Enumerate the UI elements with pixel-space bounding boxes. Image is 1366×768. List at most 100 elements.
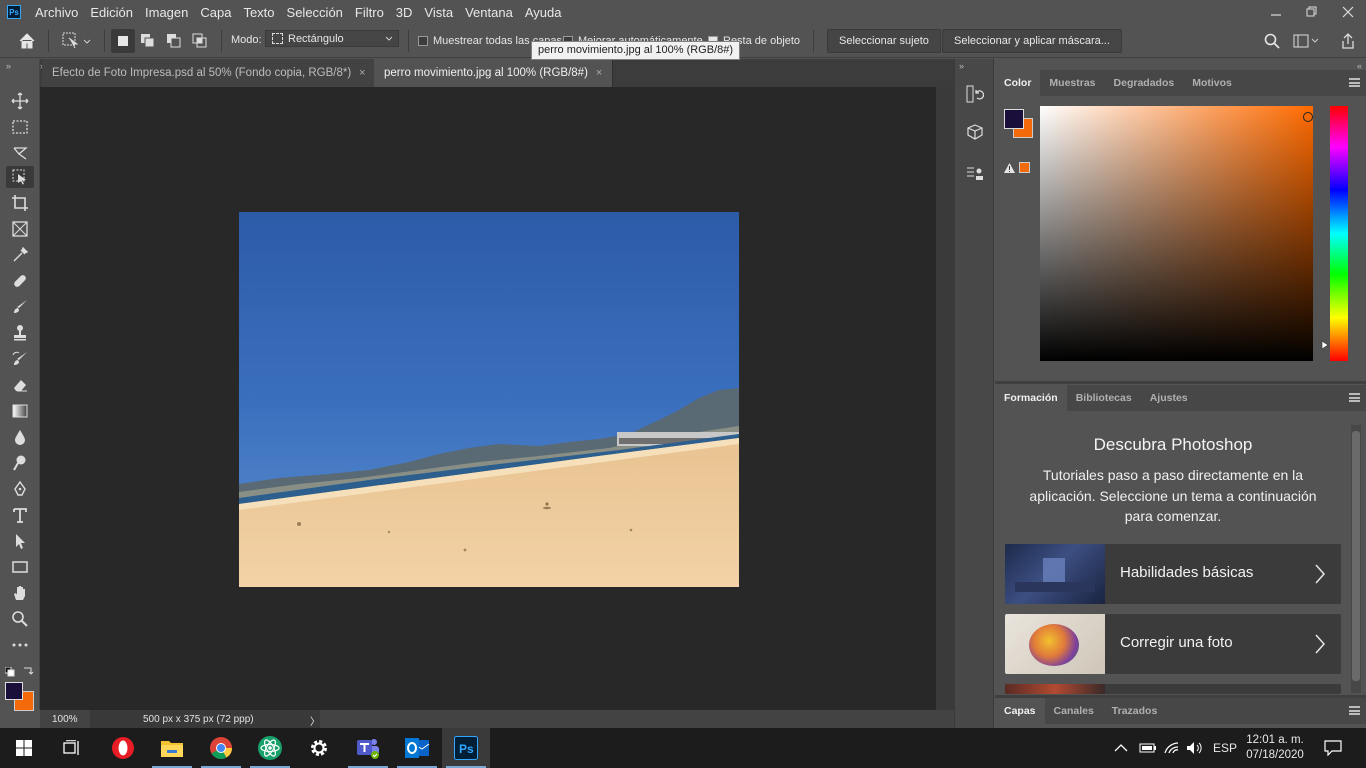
menu-ventana[interactable]: Ventana [465,5,513,20]
zoom-level[interactable]: 100% [52,714,78,725]
tab-motivos[interactable]: Motivos [1183,70,1241,96]
subtract-selection-icon[interactable] [166,33,182,52]
clone-source-panel-icon[interactable] [964,163,986,185]
more-tools-icon[interactable] [6,634,34,656]
color-picker-cursor[interactable] [1303,112,1313,122]
tab-muestras[interactable]: Muestras [1040,70,1104,96]
tab-close-icon[interactable]: × [359,67,365,79]
healing-brush-tool-icon[interactable] [6,270,34,292]
history-panel-icon[interactable] [964,83,986,105]
menu-edicion[interactable]: Edición [90,5,133,20]
opera-icon[interactable] [99,728,147,768]
chrome-icon[interactable] [197,728,245,768]
beach-photo[interactable] [239,212,739,587]
menu-vista[interactable]: Vista [424,5,453,20]
learn-card-basic-skills[interactable]: Habilidades básicas [1005,544,1341,604]
share-icon[interactable] [1340,32,1356,53]
menu-seleccion[interactable]: Selección [287,5,343,20]
hand-tool-icon[interactable] [6,582,34,604]
color-picker-field[interactable] [1040,106,1313,361]
settings-icon[interactable] [295,728,343,768]
menu-texto[interactable]: Texto [243,5,274,20]
panel-menu-icon[interactable] [1349,706,1360,715]
restore-icon[interactable] [1294,0,1330,24]
panel-foreground-swatch[interactable] [1004,109,1024,129]
minimize-icon[interactable] [1258,0,1294,24]
collapse-tools-icon[interactable]: » [6,61,11,71]
start-icon[interactable] [0,728,48,768]
learn-panel-scrollbar[interactable] [1351,425,1361,693]
select-subject-button[interactable]: Seleccionar sujeto [827,29,941,53]
tab-color[interactable]: Color [995,70,1041,96]
tab-degradados[interactable]: Degradados [1105,70,1184,96]
tab-trazados[interactable]: Trazados [1103,698,1167,724]
collapse-dock-icon[interactable]: » [959,61,964,71]
tab-perro-movimiento[interactable]: perro movimiento.jpg al 100% (RGB/8#) × [374,59,614,87]
tab-formacion[interactable]: Formación [995,385,1067,411]
tab-efecto-foto-impresa[interactable]: Efecto de Foto Impresa.psd al 50% (Fondo… [42,59,377,87]
show-hidden-icons-icon[interactable] [1114,728,1128,768]
tab-ajustes[interactable]: Ajustes [1141,385,1197,411]
menu-archivo[interactable]: Archivo [35,5,78,20]
notifications-icon[interactable] [1324,728,1342,768]
select-and-mask-button[interactable]: Seleccionar y aplicar máscara... [942,29,1122,53]
search-icon[interactable] [1264,33,1280,52]
home-icon[interactable] [18,32,36,53]
battery-icon[interactable] [1139,728,1157,768]
atom-icon[interactable] [246,728,294,768]
canvas-vertical-scrollbar[interactable] [936,87,954,710]
status-menu-arrow-icon[interactable]: 〉 [310,713,320,728]
history-brush-tool-icon[interactable] [6,348,34,370]
rectangle-tool-icon[interactable] [6,556,34,578]
marquee-tool-icon[interactable] [6,116,34,138]
add-selection-icon[interactable] [140,33,156,52]
lasso-tool-icon[interactable] [6,142,34,164]
panel-menu-icon[interactable] [1349,78,1360,87]
clone-stamp-tool-icon[interactable] [6,322,34,344]
default-colors-icon[interactable] [4,664,15,682]
new-selection-mode-button[interactable] [111,29,135,53]
tab-canales[interactable]: Canales [1045,698,1103,724]
eyedropper-tool-icon[interactable] [6,244,34,266]
gamut-color-swatch[interactable] [1019,162,1030,173]
hue-slider-handle-icon[interactable] [1321,337,1329,355]
move-tool-icon[interactable] [6,90,34,112]
hue-slider[interactable] [1330,106,1348,361]
mode-select[interactable]: Rectángulo [265,30,399,47]
learn-card-fix-photo[interactable]: Corregir una foto [1005,614,1341,674]
outlook-icon[interactable] [393,728,441,768]
language-indicator[interactable]: ESP [1213,728,1237,768]
file-explorer-icon[interactable] [148,728,196,768]
close-icon[interactable] [1330,0,1366,24]
clock[interactable]: 12:01 a. m. 07/18/2020 [1244,728,1306,768]
object-selection-tool-icon[interactable] [6,166,34,188]
swap-colors-icon[interactable] [22,663,34,681]
tab-capas[interactable]: Capas [995,698,1045,724]
foreground-color-swatch[interactable] [5,682,23,700]
volume-icon[interactable] [1186,728,1204,768]
eraser-tool-icon[interactable] [6,374,34,396]
scroll-thumb[interactable] [1352,431,1360,681]
zoom-tool-icon[interactable] [6,608,34,630]
menu-3d[interactable]: 3D [396,5,413,20]
type-tool-icon[interactable] [6,504,34,526]
gradient-tool-icon[interactable] [6,400,34,422]
path-selection-tool-icon[interactable] [6,530,34,552]
teams-icon[interactable] [344,728,392,768]
crop-tool-icon[interactable] [6,192,34,214]
tab-bibliotecas[interactable]: Bibliotecas [1067,385,1141,411]
blur-tool-icon[interactable] [6,426,34,448]
workspace-icon[interactable] [1293,33,1319,52]
intersect-selection-icon[interactable] [192,33,208,52]
photoshop-icon[interactable]: Ps [442,728,490,768]
wifi-icon[interactable] [1164,728,1180,768]
learn-card-partial[interactable] [1005,684,1341,694]
object-selection-tool-preset-icon[interactable] [62,32,92,53]
tab-close-icon[interactable]: × [596,67,602,79]
menu-imagen[interactable]: Imagen [145,5,188,20]
panel-menu-icon[interactable] [1349,393,1360,402]
menu-ayuda[interactable]: Ayuda [525,5,562,20]
pen-tool-icon[interactable] [6,478,34,500]
3d-panel-icon[interactable] [964,121,986,143]
frame-tool-icon[interactable] [6,218,34,240]
